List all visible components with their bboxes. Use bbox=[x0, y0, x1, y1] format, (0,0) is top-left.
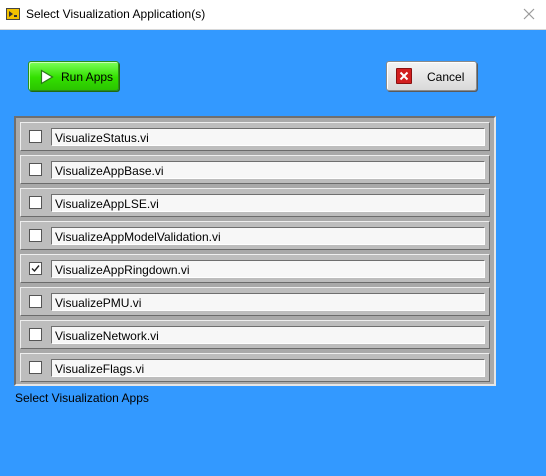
app-name-field: VisualizeAppBase.vi bbox=[51, 161, 485, 179]
app-name-label: VisualizeAppRingdown.vi bbox=[55, 263, 190, 277]
visualization-app-list: VisualizeStatus.vi VisualizeAppBase.vi Vis… bbox=[14, 116, 496, 386]
list-item[interactable]: VisualizeStatus.vi bbox=[20, 122, 490, 151]
list-item[interactable]: VisualizeAppLSE.vi bbox=[20, 188, 490, 217]
checkbox[interactable] bbox=[29, 229, 42, 242]
app-name-label: VisualizeAppBase.vi bbox=[55, 164, 164, 178]
checkbox[interactable] bbox=[29, 361, 42, 374]
app-name-label: VisualizeFlags.vi bbox=[55, 362, 145, 376]
list-item[interactable]: VisualizeAppBase.vi bbox=[20, 155, 490, 184]
app-name-label: VisualizeAppModelValidation.vi bbox=[55, 230, 221, 244]
app-icon bbox=[6, 8, 20, 20]
checkbox[interactable] bbox=[29, 262, 42, 275]
cancel-button[interactable]: Cancel bbox=[386, 61, 477, 91]
app-name-label: VisualizeNetwork.vi bbox=[55, 329, 159, 343]
app-name-label: VisualizePMU.vi bbox=[55, 296, 142, 310]
checkbox[interactable] bbox=[29, 295, 42, 308]
close-icon[interactable] bbox=[522, 7, 536, 21]
checkbox[interactable] bbox=[29, 130, 42, 143]
app-name-field: VisualizePMU.vi bbox=[51, 293, 485, 311]
list-item[interactable]: VisualizeNetwork.vi bbox=[20, 320, 490, 349]
list-item[interactable]: VisualizeAppModelValidation.vi bbox=[20, 221, 490, 250]
run-apps-button[interactable]: Run Apps bbox=[28, 61, 119, 91]
run-apps-label: Run Apps bbox=[61, 70, 114, 84]
app-name-field: VisualizeFlags.vi bbox=[51, 359, 485, 377]
close-x-icon bbox=[396, 68, 412, 84]
app-name-field: VisualizeStatus.vi bbox=[51, 128, 485, 146]
dialog-body: Run Apps Cancel VisualizeStatus.vi Visual… bbox=[0, 30, 546, 476]
app-name-field: VisualizeAppRingdown.vi bbox=[51, 260, 485, 278]
list-item[interactable]: VisualizeFlags.vi bbox=[20, 353, 490, 382]
checkbox[interactable] bbox=[29, 163, 42, 176]
app-name-field: VisualizeNetwork.vi bbox=[51, 326, 485, 344]
checkbox[interactable] bbox=[29, 196, 42, 209]
list-item[interactable]: VisualizePMU.vi bbox=[20, 287, 490, 316]
list-caption: Select Visualization Apps bbox=[15, 391, 149, 405]
play-icon bbox=[40, 69, 54, 85]
window-title: Select Visualization Application(s) bbox=[26, 7, 206, 21]
app-name-field: VisualizeAppModelValidation.vi bbox=[51, 227, 485, 245]
app-name-label: VisualizeAppLSE.vi bbox=[55, 197, 159, 211]
app-name-label: VisualizeStatus.vi bbox=[55, 131, 149, 145]
app-name-field: VisualizeAppLSE.vi bbox=[51, 194, 485, 212]
list-item[interactable]: VisualizeAppRingdown.vi bbox=[20, 254, 490, 283]
title-bar[interactable]: Select Visualization Application(s) bbox=[0, 0, 546, 30]
checkbox[interactable] bbox=[29, 328, 42, 341]
cancel-label: Cancel bbox=[427, 70, 465, 84]
